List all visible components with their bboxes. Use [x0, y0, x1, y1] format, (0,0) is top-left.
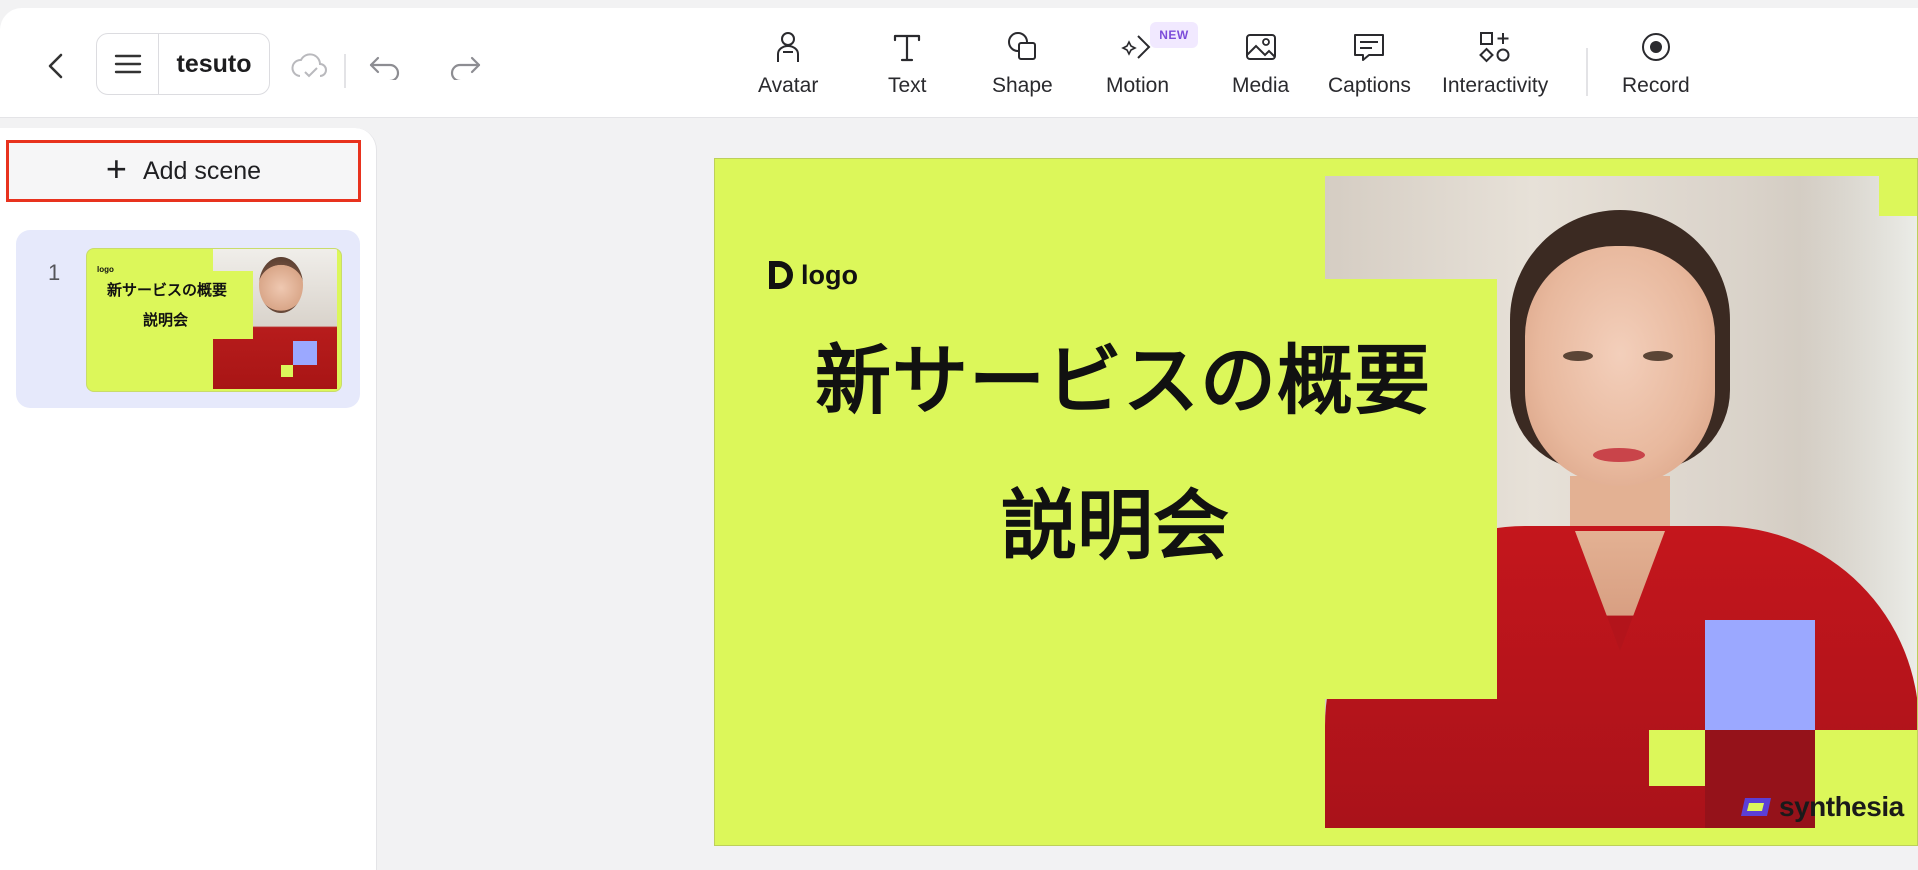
project-title-group: tesuto	[96, 33, 270, 95]
scenes-sidebar: + Add scene 1 logo 新サービスの概要 説明会	[0, 128, 377, 870]
tool-label: Interactivity	[1442, 74, 1549, 97]
avatar-lips	[1593, 448, 1645, 462]
watermark-text: synthesia	[1779, 791, 1904, 822]
top-toolbar: tesuto Avatar Text Shape Motion Media Ca…	[0, 8, 1918, 118]
scene-thumbnail[interactable]: logo 新サービスの概要 説明会	[86, 248, 342, 392]
chevron-left-icon	[48, 53, 63, 79]
avatar-right-eye	[1643, 351, 1673, 361]
tool-label: Text	[888, 74, 927, 97]
tool-label: Captions	[1328, 74, 1411, 97]
tool-text[interactable]: Text	[888, 30, 927, 110]
tool-label: Media	[1232, 74, 1290, 97]
tool-record[interactable]: Record	[1622, 30, 1690, 110]
tool-shape[interactable]: Shape	[992, 30, 1053, 110]
synthesia-logo-icon	[1741, 798, 1771, 816]
interactivity-icon	[1479, 32, 1510, 63]
scene-number: 1	[48, 260, 61, 285]
back-button[interactable]	[36, 46, 76, 86]
plus-icon: +	[105, 148, 127, 189]
captions-icon	[1354, 34, 1385, 61]
logo-text: logo	[801, 259, 858, 290]
menu-button[interactable]	[97, 34, 159, 94]
tool-label: Avatar	[758, 74, 819, 97]
tool-label: Shape	[992, 74, 1053, 97]
add-scene-label: Add scene	[142, 156, 262, 185]
logo-mark-icon	[769, 261, 793, 289]
record-icon	[1641, 33, 1670, 61]
tool-media[interactable]: Media	[1232, 30, 1289, 110]
redo-icon[interactable]	[448, 52, 482, 80]
toolbar-divider	[344, 54, 346, 88]
tool-avatar[interactable]: Avatar	[758, 30, 818, 110]
synthesia-watermark: synthesia	[1739, 791, 1904, 823]
lime-corner-square[interactable]	[1879, 176, 1917, 216]
shape-icon	[1008, 32, 1037, 60]
thumbnail-logo: logo	[97, 265, 114, 274]
lime-small-square[interactable]	[1649, 730, 1705, 786]
tool-label: Motion	[1106, 74, 1170, 97]
thumbnail-blue-square	[293, 341, 317, 365]
cloud-saved-icon	[291, 53, 327, 78]
new-badge: NEW	[1150, 22, 1198, 48]
scene-canvas[interactable]: logo 新サービスの概要 説明会 synthesia	[714, 158, 1918, 846]
thumbnail-title-line1: 新サービスの概要	[107, 282, 228, 299]
thumbnail-title-line2: 説明会	[143, 312, 189, 329]
avatar-icon	[777, 32, 800, 62]
scene-title-line2[interactable]: 説明会	[815, 464, 1415, 574]
tool-interactivity[interactable]: Interactivity	[1442, 30, 1548, 110]
text-icon	[894, 34, 921, 62]
tool-captions[interactable]: Captions	[1328, 30, 1411, 110]
add-scene-button[interactable]: + Add scene	[6, 140, 361, 202]
scene-logo[interactable]: logo	[767, 259, 858, 291]
media-icon	[1245, 34, 1276, 60]
scene-title-line1[interactable]: 新サービスの概要	[815, 319, 1430, 429]
undo-icon[interactable]	[368, 52, 402, 80]
thumbnail-avatar-face	[259, 257, 303, 313]
blue-decoration-square[interactable]	[1705, 620, 1815, 730]
tool-label: Record	[1622, 74, 1690, 97]
thumbnail-lime-square	[281, 365, 293, 377]
hamburger-icon	[114, 54, 141, 74]
scene-item-1[interactable]: 1 logo 新サービスの概要 説明会	[16, 230, 360, 408]
toolbar-divider	[1586, 48, 1588, 96]
project-title[interactable]: tesuto	[159, 34, 269, 94]
avatar-left-eye	[1563, 351, 1593, 361]
